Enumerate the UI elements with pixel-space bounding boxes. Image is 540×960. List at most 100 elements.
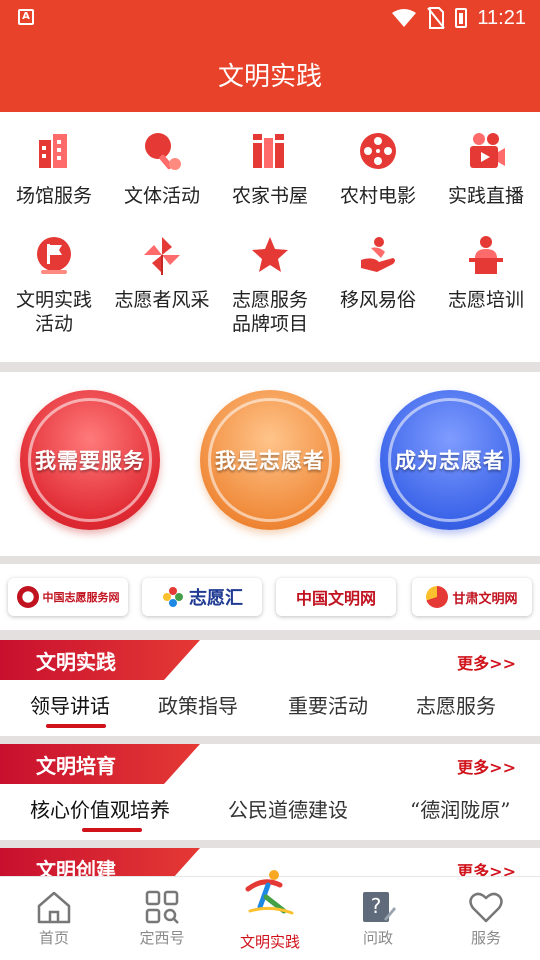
- service-label: 场馆服务: [15, 185, 92, 207]
- books-icon: [253, 134, 284, 168]
- service-volunteer-style[interactable]: 志愿者风采: [108, 234, 216, 312]
- runner-logo-icon: [245, 870, 294, 915]
- tab-volunteer-service[interactable]: 志愿服务: [416, 690, 496, 719]
- divider: [0, 630, 540, 640]
- tab-core-values[interactable]: 核心价值观培养: [30, 794, 170, 823]
- service-label: 实践直播: [447, 185, 524, 207]
- service-label: 移风易俗: [339, 289, 416, 311]
- nav-label: 定西号: [139, 929, 185, 947]
- app-notification-icon: A: [18, 9, 34, 25]
- pinwheel-icon: [144, 237, 180, 275]
- section-tabs: 核心价值观培养 公民道德建设 “德润陇原”: [0, 784, 540, 836]
- service-label: 志愿培训: [447, 289, 524, 311]
- active-tab-indicator: [46, 724, 106, 728]
- button-label: 成为志愿者: [395, 449, 505, 473]
- link-china-civilization-net[interactable]: 中国文明网: [276, 578, 396, 616]
- section-title: 文明创建: [36, 858, 116, 876]
- more-link[interactable]: 更多>>: [457, 650, 516, 674]
- active-tab-indicator: [82, 828, 142, 832]
- service-movie[interactable]: 农村电影: [324, 130, 432, 208]
- service-civilization-activity[interactable]: 文明实践 活动: [0, 234, 108, 336]
- battery-icon: [455, 8, 468, 28]
- link-label: 中国志愿服务网: [42, 591, 120, 604]
- page-title: 文明实践: [217, 62, 322, 92]
- service-label: 文体活动: [123, 185, 200, 207]
- button-label: 我是志愿者: [215, 449, 325, 473]
- service-label: 农村电影: [339, 185, 416, 207]
- bottom-nav: 首页 定西号 文明实践 ? 问政 服务: [0, 870, 540, 960]
- volunteer-net-logo-icon: [16, 586, 39, 608]
- clock: 11:21: [477, 6, 526, 29]
- link-label: 甘肃文明网: [452, 591, 518, 607]
- flower-logo-icon: [163, 587, 183, 607]
- section-tag: 文明创建: [0, 848, 200, 876]
- service-label: 志愿服务 品牌项目: [231, 289, 308, 335]
- service-library[interactable]: 农家书屋: [216, 130, 324, 208]
- service-sports[interactable]: 文体活动: [108, 130, 216, 208]
- nav-home[interactable]: 首页: [0, 877, 108, 960]
- service-training[interactable]: 志愿培训: [432, 234, 540, 312]
- home-icon: [37, 891, 71, 924]
- title-bar: 文明实践: [0, 36, 540, 112]
- link-label: 志愿汇: [189, 588, 243, 609]
- button-label: 我需要服务: [35, 449, 145, 473]
- grid-search-icon: [145, 890, 179, 924]
- link-china-volunteer-net[interactable]: 中国志愿服务网: [8, 578, 128, 616]
- service-label: 农家书屋: [231, 185, 308, 207]
- nav-dingxi[interactable]: 定西号: [108, 877, 216, 960]
- section-title: 文明培育: [36, 754, 116, 778]
- section-tag: 文明培育: [0, 744, 200, 784]
- nav-label: 首页: [38, 929, 69, 947]
- nav-service[interactable]: 服务: [432, 877, 540, 960]
- wifi-icon: [392, 9, 417, 27]
- service-brand-projects[interactable]: 志愿服务 品牌项目: [216, 234, 324, 336]
- video-camera-icon: [470, 133, 505, 168]
- film-reel-icon: [360, 133, 396, 169]
- tab-key-activities[interactable]: 重要活动: [288, 690, 368, 719]
- status-icons: 11:21: [391, 6, 526, 30]
- section-header: 文明培育 更多>>: [0, 744, 540, 784]
- need-service-button[interactable]: 我需要服务: [20, 390, 160, 530]
- hand-care-icon: [361, 237, 395, 272]
- status-bar: A 11:21: [0, 0, 540, 36]
- nav-civilization-practice[interactable]: 文明实践: [216, 870, 324, 960]
- more-link[interactable]: 更多>>: [457, 754, 516, 778]
- section-title: 文明实践: [36, 650, 116, 674]
- ping-pong-icon: [145, 133, 181, 170]
- nav-label: 问政: [362, 929, 393, 947]
- link-gansu-civilization-net[interactable]: 甘肃文明网: [412, 578, 532, 616]
- divider: [0, 840, 540, 848]
- service-grid: 场馆服务 文体活动 农家书屋 农村电影 实践直播 文明实践 活动 志愿者风采 志…: [0, 112, 540, 362]
- action-panel: 我需要服务 我是志愿者 成为志愿者: [0, 372, 540, 556]
- gansu-logo-icon: [426, 586, 449, 608]
- service-label: 志愿者风采: [114, 289, 210, 311]
- service-customs[interactable]: 移风易俗: [324, 234, 432, 312]
- section-civilization-cultivation: 文明培育 更多>> 核心价值观培养 公民道德建设 “德润陇原”: [0, 744, 540, 840]
- building-icon: [39, 134, 67, 168]
- divider: [0, 556, 540, 564]
- nav-label: 文明实践: [239, 933, 300, 951]
- tab-civic-morality[interactable]: 公民道德建设: [228, 794, 348, 823]
- tab-derun-longyuan[interactable]: “德润陇原”: [410, 794, 510, 823]
- section-header: 文明实践 更多>>: [0, 640, 540, 680]
- svg-text:?: ?: [371, 894, 382, 918]
- flag-icon: [37, 237, 71, 274]
- service-live[interactable]: 实践直播: [432, 130, 540, 208]
- service-venue[interactable]: 场馆服务: [0, 130, 108, 208]
- tab-leader-speech[interactable]: 领导讲话: [30, 690, 110, 719]
- become-volunteer-button[interactable]: 成为志愿者: [380, 390, 520, 530]
- section-tabs: 领导讲话 政策指导 重要活动 志愿服务: [0, 680, 540, 732]
- link-zhiyuanhui[interactable]: 志愿汇: [142, 578, 262, 616]
- nav-wenzheng[interactable]: ? 问政: [324, 877, 432, 960]
- divider: [0, 362, 540, 372]
- no-sim-icon: [427, 7, 446, 29]
- heart-icon: [469, 892, 503, 923]
- tab-policy-guide[interactable]: 政策指导: [158, 690, 238, 719]
- star-icon: [252, 237, 288, 272]
- more-link[interactable]: 更多>>: [457, 858, 516, 876]
- i-am-volunteer-button[interactable]: 我是志愿者: [200, 390, 340, 530]
- question-edit-icon: ?: [363, 892, 396, 922]
- section-tag: 文明实践: [0, 640, 200, 680]
- link-label: 中国文明网: [295, 589, 376, 608]
- nav-label: 服务: [470, 929, 501, 947]
